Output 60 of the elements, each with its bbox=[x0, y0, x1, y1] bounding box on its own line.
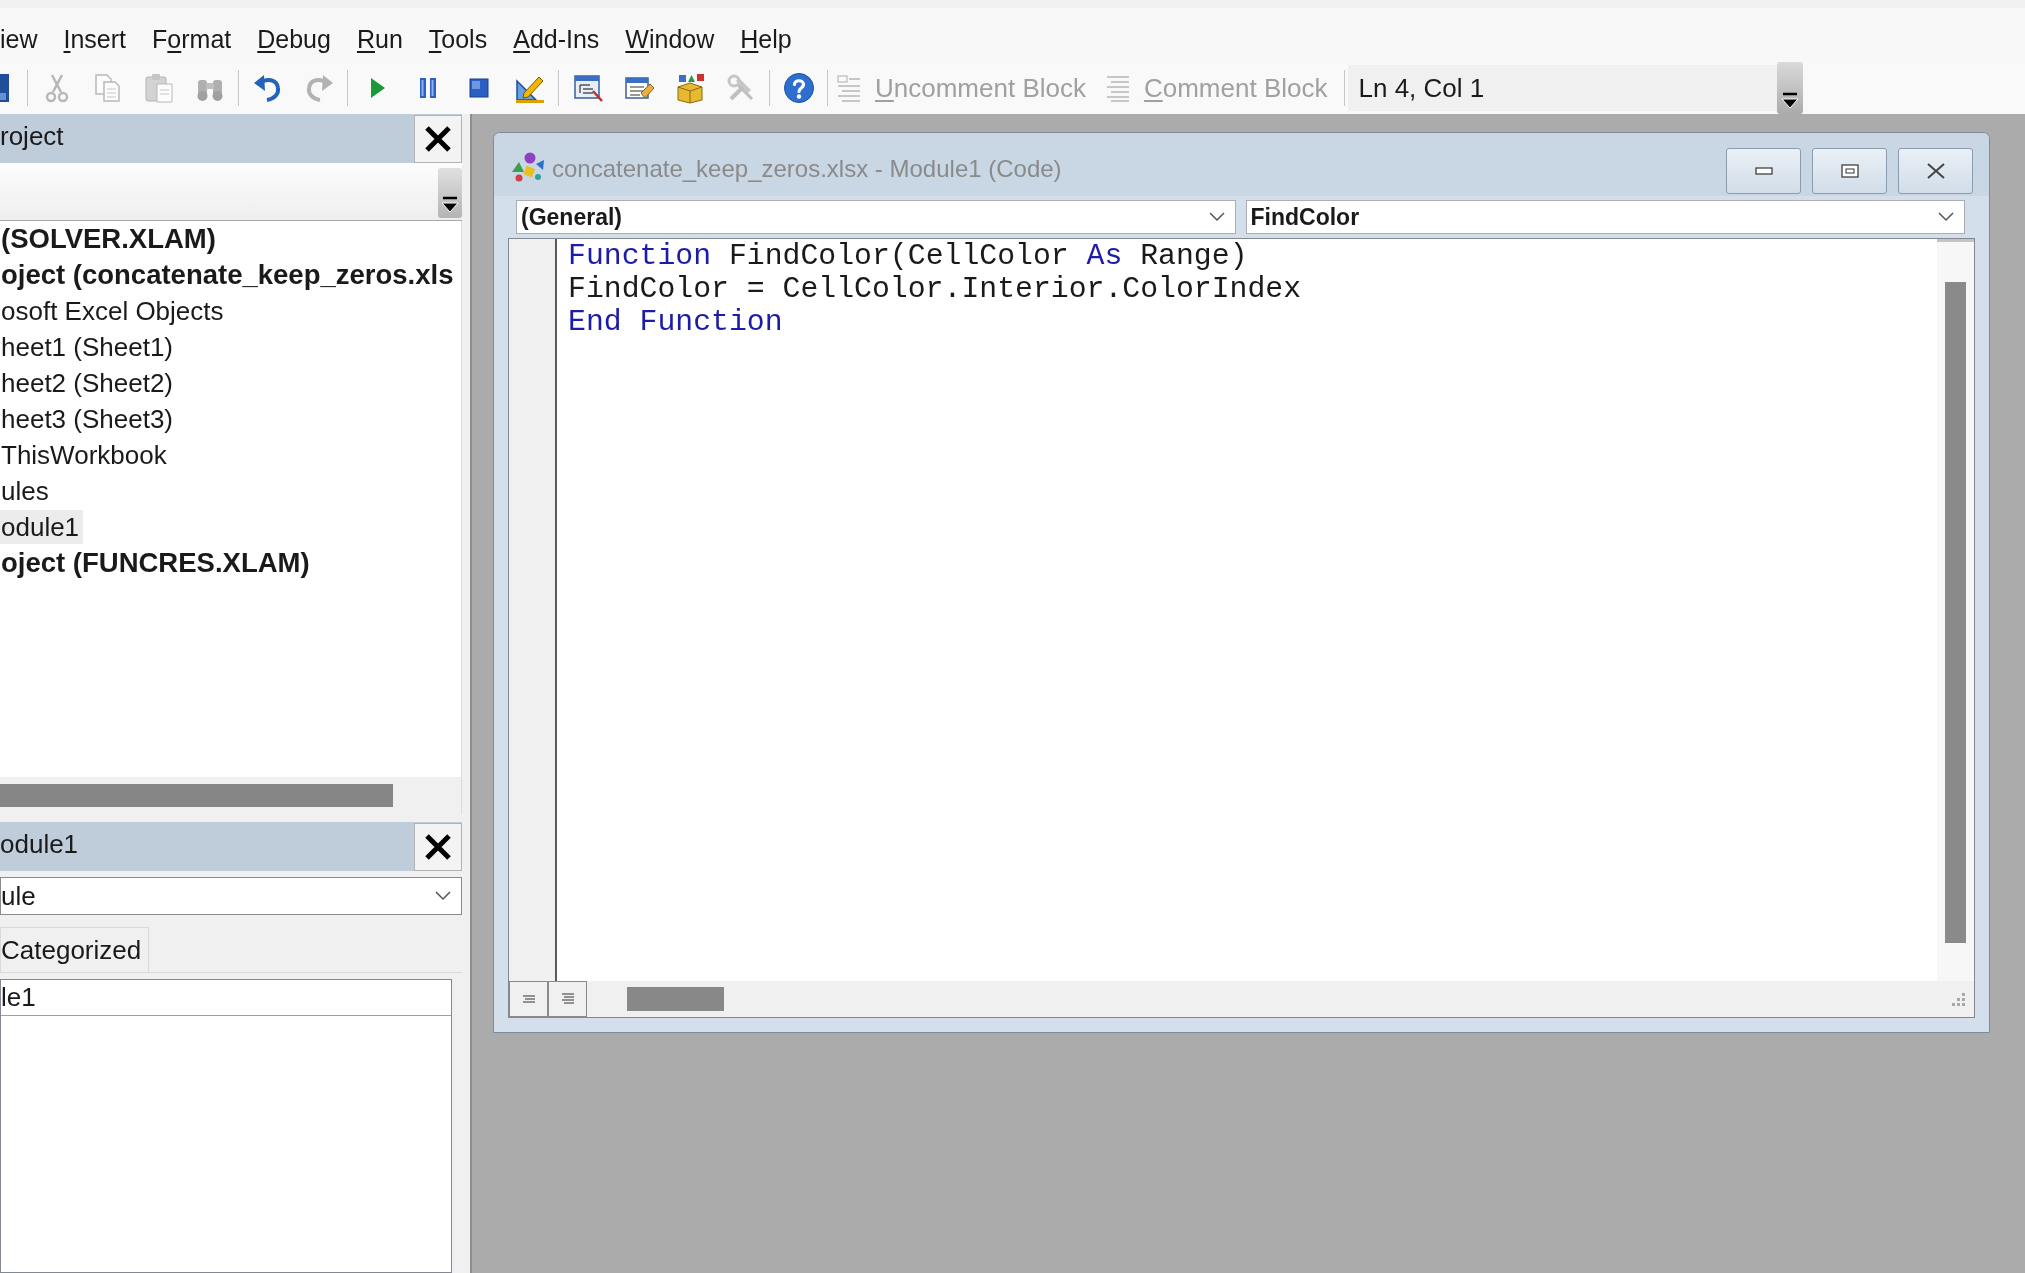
tree-item[interactable]: heet3 (Sheet3) bbox=[0, 402, 177, 436]
menu-item[interactable]: Format bbox=[152, 24, 232, 54]
view-button[interactable] bbox=[509, 981, 548, 1017]
maximize-button[interactable] bbox=[1812, 148, 1887, 194]
lines-icon bbox=[1105, 74, 1130, 102]
menu-item[interactable]: Insert bbox=[63, 24, 127, 54]
object-dropdown[interactable]: ule bbox=[0, 877, 462, 915]
menu-item[interactable]: Window bbox=[625, 24, 715, 54]
window-list-icon[interactable] bbox=[571, 72, 604, 104]
caret-icon bbox=[441, 195, 459, 213]
window-title: concatenate_keep_zeros.xlsx - Module1 (Code) bbox=[552, 154, 1063, 183]
tree-item[interactable]: heet2 (Sheet2) bbox=[0, 366, 177, 400]
code-line: Function FindColor(CellColor As Range) bbox=[568, 240, 1248, 273]
menu-item[interactable]: iew bbox=[0, 24, 38, 54]
menu-item[interactable]: Tools bbox=[428, 24, 488, 54]
chevron-down-icon bbox=[435, 891, 451, 901]
panel-title: roject bbox=[0, 121, 64, 153]
tree-item[interactable]: (SOLVER.XLAM) bbox=[0, 222, 220, 256]
tree-item[interactable]: oject (FUNCRES.XLAM) bbox=[0, 546, 314, 580]
lines-icon bbox=[560, 993, 575, 1005]
tree-item[interactable]: ules bbox=[0, 474, 53, 508]
chevron-down-icon bbox=[1208, 212, 1225, 222]
tree-item[interactable]: odule1 bbox=[0, 510, 84, 544]
scrollbar-thumb[interactable] bbox=[0, 784, 393, 807]
close-button[interactable] bbox=[414, 822, 462, 871]
close-icon bbox=[1925, 163, 1946, 179]
property-value-cell: le1 bbox=[1, 980, 451, 1016]
maximize-icon bbox=[1840, 164, 1859, 178]
code-line: FindColor = CellColor.Interior.ColorIndex bbox=[568, 273, 1302, 306]
toolbar-options-button[interactable] bbox=[1777, 62, 1804, 114]
position-readout: Ln 4, Col 1 bbox=[1348, 65, 1778, 111]
tree-item[interactable]: ThisWorkbook bbox=[0, 438, 171, 472]
tree-item[interactable]: oject (concatenate_keep_zeros.xls bbox=[0, 258, 458, 292]
tree-item[interactable]: heet1 (Sheet1) bbox=[0, 330, 177, 364]
caret-icon bbox=[1781, 91, 1800, 109]
procedure-dropdown[interactable]: FindColor bbox=[1245, 200, 1965, 234]
scrollbar-thumb[interactable] bbox=[1945, 282, 1966, 943]
lines-icon bbox=[521, 994, 536, 1004]
menu-item[interactable]: Help bbox=[740, 24, 792, 54]
close-icon bbox=[423, 831, 453, 862]
help-icon[interactable] bbox=[782, 72, 815, 104]
code-line: End Function bbox=[568, 306, 783, 339]
lines-icon bbox=[837, 74, 861, 102]
minimize-icon bbox=[1754, 167, 1773, 175]
chevron-down-icon bbox=[1938, 212, 1954, 222]
object-dropdown[interactable]: (General) bbox=[516, 200, 1236, 234]
tree-item[interactable]: osoft Excel Objects bbox=[0, 294, 228, 328]
minimize-button[interactable] bbox=[1726, 148, 1801, 194]
menu-item[interactable]: Run bbox=[356, 24, 403, 54]
scrollbar-thumb[interactable] bbox=[627, 987, 724, 1011]
code-editor[interactable]: Function FindColor(CellColor As Range) FindColor = CellColor.Interior.ColorIndex End Function bbox=[557, 239, 1937, 981]
menu-item[interactable]: Debug bbox=[257, 24, 331, 54]
close-icon bbox=[423, 123, 453, 154]
panel-title: odule1 bbox=[0, 829, 79, 861]
close-button[interactable] bbox=[414, 114, 462, 163]
tab[interactable]: Categorized bbox=[0, 927, 149, 972]
menu-item[interactable]: Add-Ins bbox=[513, 24, 600, 54]
resize-grip-icon[interactable] bbox=[1950, 991, 1966, 1007]
view-button[interactable] bbox=[548, 981, 587, 1017]
toolbar-options-button[interactable] bbox=[438, 168, 462, 218]
